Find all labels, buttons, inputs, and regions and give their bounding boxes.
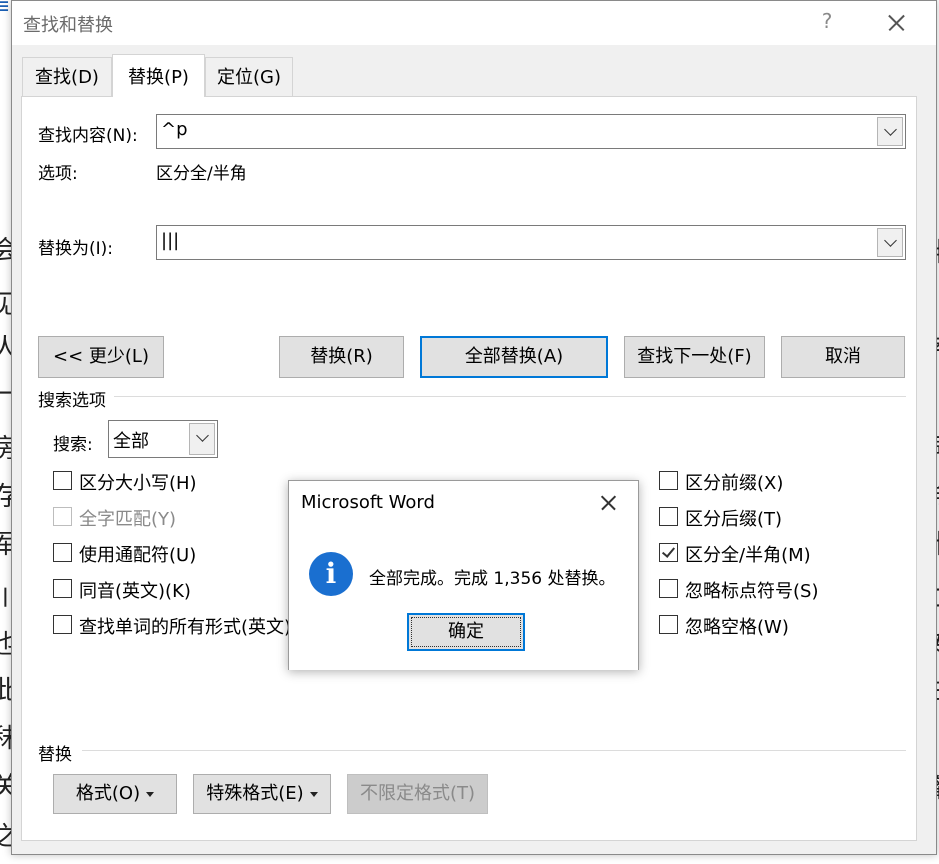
checkbox-label: 同音(英文)(K): [79, 581, 191, 602]
find-input-value: ^p: [161, 119, 188, 140]
search-options-title: 搜索选项: [38, 391, 106, 411]
find-replace-dialog: 查找和替换 ? 查找(D) 替换(P) 定位(G) 查找内容(N): ^p 选项…: [11, 0, 937, 855]
help-button[interactable]: ?: [817, 9, 837, 33]
tab-label: 替换(P): [128, 67, 189, 88]
chevron-down-icon: [196, 429, 209, 442]
checkbox-label: 区分全/半角(M): [685, 545, 811, 566]
info-icon: i: [309, 552, 353, 596]
bg-doc-char: ≡: [0, 0, 11, 19]
tab-find[interactable]: 查找(D): [22, 57, 112, 96]
checkbox-label: 区分后缀(T): [685, 509, 783, 530]
message-text: 全部完成。完成 1,356 处替换。: [369, 569, 616, 589]
checkbox-box[interactable]: [53, 507, 72, 526]
chevron-down-icon: [884, 123, 897, 136]
options-value: 区分全/半角: [156, 164, 247, 184]
checkbox-label: 忽略空格(W): [685, 617, 789, 638]
replace-tab-panel: 查找内容(N): ^p 选项: 区分全/半角 替换为(I): ||| << 更少…: [21, 96, 917, 841]
find-input[interactable]: ^p: [156, 114, 906, 149]
special-button[interactable]: 特殊格式(E): [193, 774, 331, 814]
check-mark-icon: [661, 544, 676, 558]
replace-input-value: |||: [161, 230, 180, 251]
tab-goto[interactable]: 定位(G): [205, 57, 293, 96]
search-direction-label: 搜索:: [53, 435, 93, 455]
special-button-label: 特殊格式(E): [206, 783, 304, 804]
format-button[interactable]: 格式(O): [53, 774, 177, 814]
checkbox-label: 区分前缀(X): [685, 473, 784, 494]
dialog-title: 查找和替换: [23, 15, 113, 36]
format-button-label: 格式(O): [75, 783, 141, 804]
message-box-title: Microsoft Word: [301, 492, 435, 513]
find-label: 查找内容(N):: [38, 126, 138, 146]
checkbox-box[interactable]: [659, 543, 678, 562]
dialog-titlebar[interactable]: 查找和替换 ?: [12, 1, 936, 45]
tab-label: 查找(D): [35, 67, 99, 88]
replace-all-button[interactable]: 全部替换(A): [420, 336, 608, 378]
replace-label: 替换为(I):: [38, 239, 114, 259]
tab-label: 定位(G): [217, 67, 281, 88]
close-icon[interactable]: [876, 3, 916, 43]
message-box-titlebar[interactable]: Microsoft Word: [289, 481, 638, 526]
dropdown-caret-icon: [146, 791, 155, 797]
search-direction-select[interactable]: 全部: [108, 420, 218, 458]
checkbox-box[interactable]: [53, 471, 72, 490]
message-box: Microsoft Word i 全部完成。完成 1,356 处替换。 确定: [288, 480, 639, 670]
no-formatting-button[interactable]: 不限定格式(T): [347, 774, 488, 814]
checkbox-box[interactable]: [659, 507, 678, 526]
checkbox-label: 忽略标点符号(S): [685, 581, 819, 602]
cancel-button[interactable]: 取消: [781, 336, 905, 378]
checkbox-box[interactable]: [53, 615, 72, 634]
search-direction-value: 全部: [113, 431, 149, 452]
tab-replace[interactable]: 替换(P): [112, 54, 205, 97]
checkbox-label: 查找单词的所有形式(英文): [79, 617, 292, 638]
replace-button[interactable]: 替换(R): [279, 336, 404, 378]
checkbox-label: 使用通配符(U): [79, 545, 197, 566]
checkbox-box[interactable]: [659, 471, 678, 490]
checkbox-box[interactable]: [53, 579, 72, 598]
chevron-down-icon: [884, 234, 897, 247]
checkbox-box[interactable]: [659, 615, 678, 634]
replace-section-title: 替换: [38, 745, 72, 765]
message-box-body: i 全部完成。完成 1,356 处替换。 确定: [289, 526, 638, 670]
checkbox-box[interactable]: [659, 579, 678, 598]
section-divider: [114, 396, 906, 397]
find-next-button[interactable]: 查找下一处(F): [624, 336, 765, 378]
ok-button[interactable]: 确定: [407, 613, 525, 651]
less-button[interactable]: << 更少(L): [38, 336, 164, 378]
checkbox-label: 全字匹配(Y): [79, 509, 177, 530]
replace-input[interactable]: |||: [156, 225, 906, 260]
dropdown-caret-icon: [309, 791, 318, 797]
checkbox-box[interactable]: [53, 543, 72, 562]
close-icon[interactable]: [593, 487, 625, 519]
options-label: 选项:: [38, 164, 78, 184]
checkbox-label: 区分大小写(H): [79, 473, 197, 494]
find-dropdown-button[interactable]: [877, 117, 903, 146]
search-direction-dropdown[interactable]: [189, 423, 215, 455]
section-divider: [82, 750, 906, 751]
replace-dropdown-button[interactable]: [877, 228, 903, 257]
